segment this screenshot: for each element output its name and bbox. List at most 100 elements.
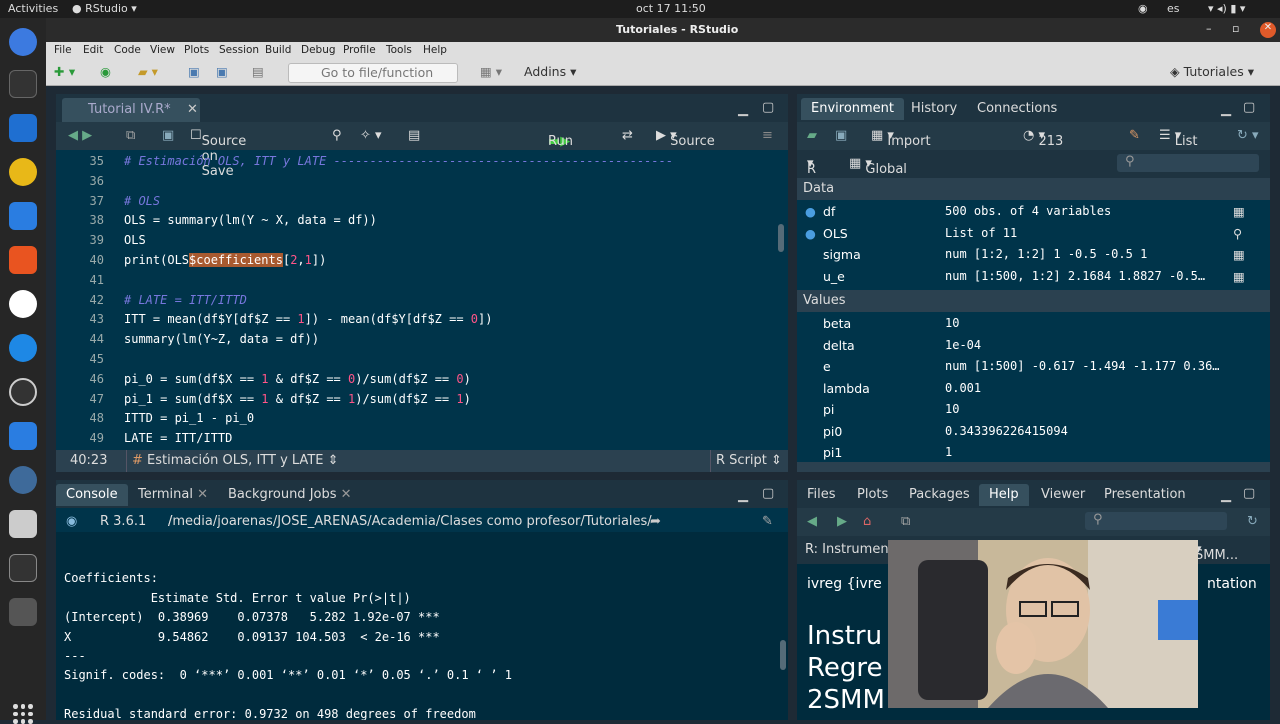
goto-file-input[interactable]: Go to file/function xyxy=(288,63,458,83)
env-maximize-icon[interactable]: ▢ xyxy=(1243,100,1255,115)
show-apps-icon[interactable] xyxy=(13,704,33,724)
activities-button[interactable]: Activities xyxy=(8,2,58,15)
code-line[interactable]: 42 # LATE = ITT/ITTD xyxy=(56,291,776,311)
code-line[interactable]: 35 # Estimación OLS, ITT y LATE ---------… xyxy=(56,152,776,172)
view-table-icon[interactable]: ▦ xyxy=(1233,247,1245,262)
memory-usage[interactable]: ◔ 213 MiB ▾ xyxy=(1023,128,1063,164)
inspect-icon[interactable]: ⚲ xyxy=(1233,226,1242,241)
menu-debug[interactable]: Debug xyxy=(301,44,336,56)
expand-icon[interactable]: ● xyxy=(805,226,816,241)
new-file-icon[interactable]: ✚ ▾ xyxy=(54,64,75,82)
data-row[interactable]: ● OLS List of 11 ⚲ xyxy=(797,223,1270,245)
help-search-input[interactable]: ⚲ xyxy=(1085,512,1227,530)
value-row[interactable]: lambda 0.001 xyxy=(797,378,1270,400)
software-icon[interactable] xyxy=(9,246,37,274)
data-row[interactable]: u_e num [1:500, 1:2] 2.1684 1.8827 -0.5… ▦ xyxy=(797,266,1270,288)
tab-help[interactable]: Help xyxy=(979,484,1029,506)
help-forward-icon[interactable]: ▶ xyxy=(837,514,847,529)
terminal-icon[interactable] xyxy=(9,70,37,98)
tab-close-icon[interactable]: ✕ xyxy=(187,102,198,117)
value-row[interactable]: beta 10 xyxy=(797,313,1270,335)
language-menu[interactable]: R ▾ xyxy=(807,156,816,177)
tab-terminal[interactable]: Terminal ✕ xyxy=(128,484,218,506)
console-maximize-icon[interactable]: ▢ xyxy=(762,486,774,501)
view-table-icon[interactable]: ▦ xyxy=(1233,269,1245,284)
menu-help[interactable]: Help xyxy=(423,44,447,56)
code-line[interactable]: 48 ITTD = pi_1 - pi_0 xyxy=(56,409,776,429)
view-mode-menu[interactable]: ☰ List ▾ xyxy=(1159,128,1198,149)
load-workspace-icon[interactable]: ▰ xyxy=(807,128,817,143)
save-icon[interactable]: ▣ xyxy=(188,64,200,82)
tab-connections[interactable]: Connections xyxy=(967,98,1067,120)
files-icon[interactable] xyxy=(9,114,37,142)
tab-files[interactable]: Files xyxy=(797,484,846,506)
pen-icon[interactable] xyxy=(9,422,37,450)
menu-view[interactable]: View xyxy=(150,44,175,56)
data-row[interactable]: sigma num [1:2, 1:2] 1 -0.5 -0.5 1 ▦ xyxy=(797,244,1270,266)
editor-save-icon[interactable]: ▣ xyxy=(162,128,174,143)
file-type[interactable]: R Script ⇕ xyxy=(716,453,782,468)
wand-icon[interactable]: ✧ ▾ xyxy=(360,128,382,143)
tab-plots[interactable]: Plots xyxy=(847,484,898,506)
env-hscroll[interactable] xyxy=(797,462,1270,472)
obs-icon[interactable] xyxy=(9,378,37,406)
value-row[interactable]: pi1 1 xyxy=(797,442,1270,464)
clipboard-icon[interactable] xyxy=(9,554,37,582)
open-file-icon[interactable]: ▰ ▾ xyxy=(138,64,158,82)
source-on-save-checkbox[interactable]: ☐ Source on Save xyxy=(190,128,246,179)
code-editor[interactable]: 35 # Estimación OLS, ITT y LATE ---------… xyxy=(56,152,776,449)
tab-console[interactable]: Console xyxy=(56,484,128,506)
editor-tab[interactable]: Tutorial IV.R* ✕ xyxy=(62,98,200,122)
new-project-icon[interactable]: ◉ xyxy=(100,64,111,82)
calc-icon[interactable] xyxy=(9,510,37,538)
code-line[interactable]: 41 xyxy=(56,271,776,291)
writer-icon[interactable] xyxy=(9,202,37,230)
value-row[interactable]: e num [1:500] -0.617 -1.494 -1.177 0.36… xyxy=(797,356,1270,378)
minimize-icon[interactable]: – xyxy=(1206,22,1212,35)
menu-profile[interactable]: Profile xyxy=(343,44,376,56)
terminal-close-icon[interactable]: ✕ xyxy=(197,487,208,502)
pane-maximize-icon[interactable]: ▢ xyxy=(762,100,774,115)
scope-menu[interactable]: ▦ Global Environment ▾ xyxy=(849,156,948,192)
show-in-window-icon[interactable]: ⧉ xyxy=(126,128,135,143)
code-line[interactable]: 43 ITT = mean(df$Y[df$Z == 1]) - mean(df$… xyxy=(56,310,776,330)
help-icon[interactable] xyxy=(9,334,37,362)
close-icon[interactable]: ✕ xyxy=(1260,22,1276,38)
clock[interactable]: oct 17 11:50 xyxy=(636,2,706,15)
help-popout-icon[interactable]: ⧉ xyxy=(901,514,910,529)
addins-menu[interactable]: Addins ▾ xyxy=(524,64,576,82)
code-line[interactable]: 47 pi_1 = sum(df$X == 1 & df$Z == 1)/sum(… xyxy=(56,390,776,410)
help-maximize-icon[interactable]: ▢ xyxy=(1243,486,1255,501)
code-line[interactable]: 37 # OLS xyxy=(56,192,776,212)
tab-presentation[interactable]: Presentation xyxy=(1094,484,1196,506)
import-dataset-button[interactable]: ▦ Import Dataset ▾ xyxy=(871,128,938,164)
back-icon[interactable]: ◀ ▶ xyxy=(68,128,92,143)
value-row[interactable]: pi 10 xyxy=(797,399,1270,421)
goto-wd-icon[interactable]: ➦ xyxy=(650,514,661,529)
slack-icon[interactable] xyxy=(9,290,37,318)
expand-icon[interactable]: ● xyxy=(805,204,816,219)
chrome-icon[interactable] xyxy=(9,28,37,56)
code-line[interactable]: 38 OLS = summary(lm(Y ~ X, data = df)) xyxy=(56,211,776,231)
value-row[interactable]: pi0 0.343396226415094 xyxy=(797,421,1270,443)
rstudio-icon[interactable] xyxy=(9,466,37,494)
menu-tools[interactable]: Tools xyxy=(386,44,412,56)
editor-scrollbar[interactable] xyxy=(778,224,784,252)
view-table-icon[interactable]: ▦ xyxy=(1233,204,1245,219)
broom-icon[interactable]: ✎ xyxy=(1129,128,1140,143)
keyboard-language[interactable]: es xyxy=(1167,2,1180,15)
clear-console-icon[interactable]: ✎ xyxy=(762,514,773,529)
value-row[interactable]: delta 1e-04 xyxy=(797,335,1270,357)
usb-icon[interactable] xyxy=(9,598,37,626)
code-line[interactable]: 40 print(OLS$coefficients[2,1]) xyxy=(56,251,776,271)
print-icon[interactable]: ▤ xyxy=(252,64,264,82)
wifi-icon[interactable]: ▾ ◂) ▮ ▾ xyxy=(1208,2,1245,15)
save-all-icon[interactable]: ▣ xyxy=(216,64,228,82)
tab-history[interactable]: History xyxy=(901,98,967,120)
env-minimize-icon[interactable]: ▁ xyxy=(1221,102,1231,117)
menu-plots[interactable]: Plots xyxy=(184,44,209,56)
help-topic[interactable]: R: Instrumen xyxy=(805,542,889,557)
rerun-icon[interactable]: ⇄ xyxy=(622,128,633,143)
grid-layout-icon[interactable]: ▦ ▾ xyxy=(480,64,502,82)
code-line[interactable]: 36 xyxy=(56,172,776,192)
